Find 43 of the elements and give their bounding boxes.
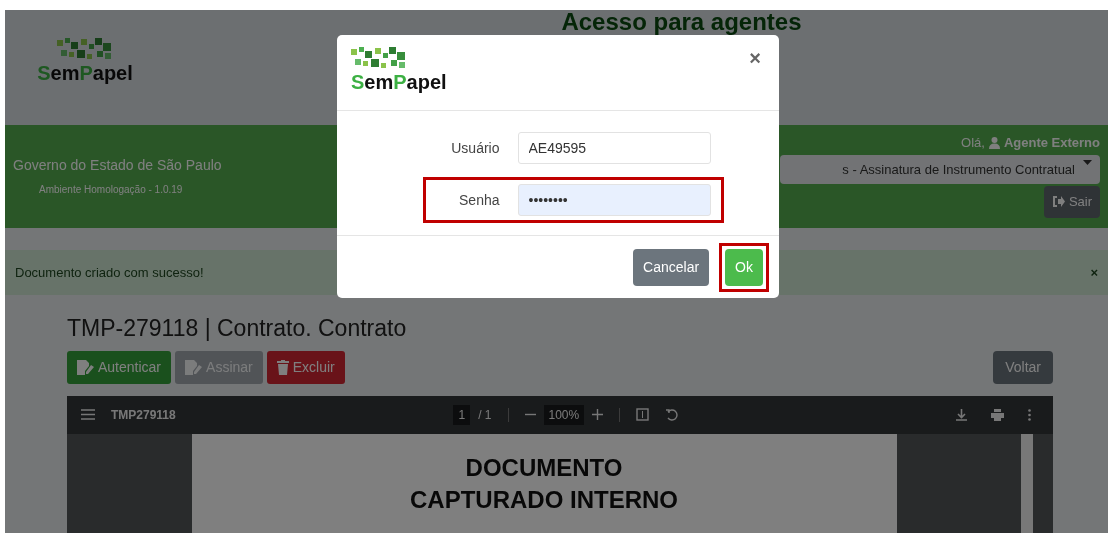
- logout-icon: [1051, 196, 1065, 208]
- close-button[interactable]: ×: [745, 47, 765, 69]
- back-button[interactable]: Voltar: [993, 350, 1053, 384]
- logo-text: SemPapel: [351, 71, 447, 93]
- logo-text: SemPapel: [37, 62, 133, 84]
- trash-icon: [276, 359, 289, 375]
- page-count: / 1: [478, 406, 492, 424]
- zoom-field[interactable]: 100%: [543, 404, 585, 425]
- download-icon[interactable]: [956, 408, 967, 421]
- cancel-button[interactable]: Cancelar: [633, 248, 710, 286]
- alert-message: Documento criado com sucesso!: [15, 263, 204, 282]
- password-field[interactable]: ••••••••: [517, 184, 711, 216]
- action-button[interactable]: Excluir: [266, 350, 345, 384]
- close-icon[interactable]: ×: [1090, 262, 1098, 283]
- fit-page-icon[interactable]: [636, 408, 650, 422]
- action-button[interactable]: Autenticar: [67, 350, 172, 384]
- document-title: TMP-279118 | Contrato. Contrato: [67, 315, 408, 343]
- print-icon[interactable]: [991, 408, 1004, 421]
- scrollbar[interactable]: [1021, 433, 1033, 533]
- username-field[interactable]: AE49595: [517, 132, 711, 164]
- document-heading: DOCUMENTO: [464, 452, 624, 483]
- ok-button[interactable]: Ok: [725, 248, 763, 286]
- greeting-text: Olá,: [961, 134, 985, 152]
- environment-label: Ambiente Homologação - 1.0.19: [38, 183, 184, 197]
- caret-icon: [1083, 159, 1092, 165]
- organization-name: Governo do Estado de São Paulo: [13, 156, 222, 175]
- logout-button[interactable]: Sair: [1043, 186, 1100, 218]
- zoom-in-icon[interactable]: [592, 409, 604, 421]
- more-icon[interactable]: [1028, 408, 1031, 421]
- user-name: Agente Externo: [1003, 134, 1100, 152]
- page-title: Acesso para agentes: [560, 10, 803, 34]
- edit-icon: [77, 359, 94, 375]
- field-label: Senha: [458, 190, 500, 210]
- logo-icon: [57, 38, 113, 62]
- document-heading: CAPTURADO INTERNO: [409, 485, 679, 515]
- user-icon: [988, 136, 1000, 149]
- menu-icon[interactable]: [81, 409, 95, 421]
- file-name: TMP279118: [111, 406, 176, 424]
- profile-select[interactable]: s - Assinatura de Instrumento Contratual: [780, 154, 1100, 184]
- field-label: Usuário: [450, 138, 500, 158]
- logo-icon: [351, 47, 407, 71]
- rotate-icon[interactable]: [665, 408, 679, 422]
- page-number-field[interactable]: 1: [453, 404, 471, 425]
